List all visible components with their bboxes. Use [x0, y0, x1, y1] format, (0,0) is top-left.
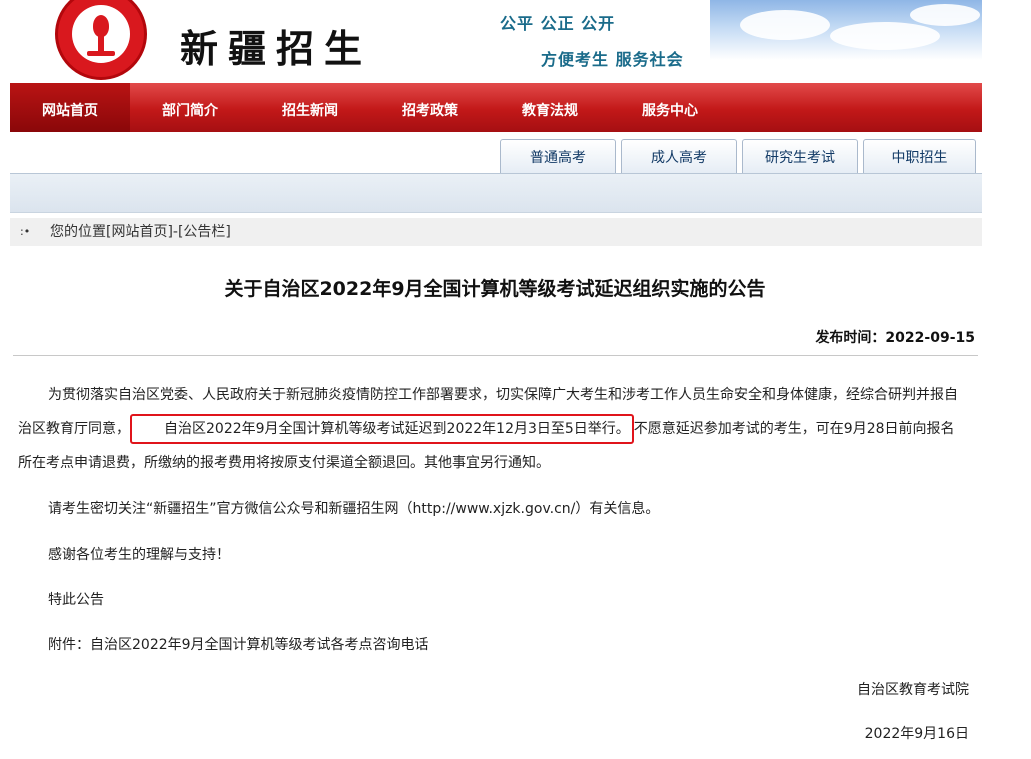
- tab-adult-exam[interactable]: 成人高考: [621, 139, 737, 173]
- nav-item-law[interactable]: 教育法规: [490, 83, 610, 132]
- article-title: 关于自治区2022年9月全国计算机等级考试延迟组织实施的公告: [224, 278, 766, 300]
- nav-item-service[interactable]: 服务中心: [610, 83, 730, 132]
- tab-gaokao[interactable]: 普通高考: [500, 139, 616, 173]
- tab-graduate-exam[interactable]: 研究生考试: [742, 139, 858, 173]
- signature: 自治区教育考试院: [857, 682, 969, 698]
- slogan-line2: 方便考生 服务社会: [541, 50, 684, 69]
- attachment-link[interactable]: 附件：自治区2022年9月全国计算机等级考试各考点咨询电话: [48, 634, 429, 654]
- nav-item-news[interactable]: 招生新闻: [250, 83, 370, 132]
- article-paragraph-3: 感谢各位考生的理解与支持！: [48, 547, 230, 563]
- article-paragraph-4: 特此公告: [48, 592, 104, 608]
- site-header: 新疆招生 公平 公正 公开 方便考生 服务社会: [10, 0, 982, 82]
- nav-item-policy[interactable]: 招考政策: [370, 83, 490, 132]
- sky-banner: [710, 0, 982, 60]
- tab-vocational[interactable]: 中职招生: [863, 139, 976, 173]
- publish-date: 发布时间：2022-09-15: [815, 330, 975, 346]
- nav-item-home[interactable]: 网站首页: [10, 83, 130, 132]
- main-nav: 网站首页 部门简介 招生新闻 招考政策 教育法规 服务中心: [10, 83, 982, 132]
- nav-item-about[interactable]: 部门简介: [130, 83, 250, 132]
- slogan-line1: 公平 公正 公开: [500, 14, 616, 33]
- article-paragraph-2: 请考生密切关注“新疆招生”官方微信公众号和新疆招生网（http://www.xj…: [48, 501, 660, 517]
- breadcrumb-marker: :•: [20, 225, 31, 238]
- divider: [13, 355, 978, 356]
- highlighted-notice: 自治区2022年9月全国计算机等级考试延迟到2022年12月3日至5日举行。: [130, 414, 634, 444]
- site-title: 新疆招生: [180, 26, 373, 71]
- category-tabs: 普通高考 成人高考 研究生考试 中职招生: [500, 139, 981, 173]
- site-logo[interactable]: [55, 0, 147, 80]
- sub-bar: [10, 173, 982, 213]
- article-paragraph-1: 为贯彻落实自治区党委、人民政府关于新冠肺炎疫情防控工作部署要求，切实保障广大考生…: [18, 378, 968, 480]
- breadcrumb: :• 您的位置[网站首页]-[公告栏]: [10, 218, 982, 246]
- sign-date: 2022年9月16日: [864, 726, 969, 742]
- breadcrumb-text[interactable]: 您的位置[网站首页]-[公告栏]: [50, 218, 231, 246]
